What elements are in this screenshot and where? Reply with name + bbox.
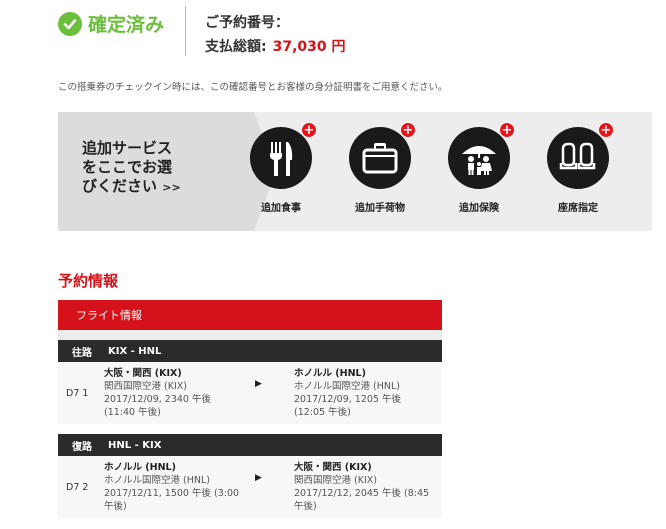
route-kind: 往路 [72,347,92,359]
plus-badge-icon: + [400,122,416,138]
arrival-airport: ホノルル国際空港 (HNL) [294,381,400,392]
checkin-notice: この搭乗券のチェックイン時には、この確認番号とお客様の身分証明書をご用意ください… [58,82,448,93]
arrival-info: ホノルル (HNL) ホノルル国際空港 (HNL) 2017/12/09, 12… [294,367,434,419]
outbound-route-bar: 往路 KIX - HNL [58,340,442,362]
confirmation-status: 確定済み [58,10,164,37]
total-amount: 37,030 円 [272,39,346,55]
departure-info: ホノルル (HNL) ホノルル国際空港 (HNL) 2017/12/11, 15… [104,461,244,513]
add-insurance-button[interactable]: + 追加保険 [439,122,519,214]
reservation-title: 予約情報 [58,272,119,290]
departure-time: 2017/12/09, 2340 午後 (11:40 午後) [104,394,211,418]
arrival-time: 2017/12/12, 2045 午後 (8:45 午後) [294,488,430,512]
header-divider [185,6,186,56]
banner-title-line: 追加サービス [82,139,173,157]
spacer-band [58,330,442,340]
add-baggage-button[interactable]: + 追加手荷物 [340,122,420,214]
flight-info-header: フライト情報 [58,300,442,330]
spacer-band [58,424,442,434]
departure-city: ホノルル (HNL) [104,462,176,473]
arrival-time: 2017/12/09, 1205 午後 (12:05 午後) [294,394,401,418]
booking-summary: ご予約番号： 支払総額: 37,030 円 [205,10,346,58]
insurance-umbrella-icon [462,146,496,175]
plus-badge-icon: + [598,122,614,138]
service-label: 座席指定 [558,203,598,214]
add-services-banner: 追加サービス をここでお選 びください >> + 追加食事 + 追加手荷物 + … [58,112,652,231]
select-seat-button[interactable]: + 座席指定 [538,122,618,214]
service-label: 追加手荷物 [355,203,405,214]
route-code: HNL - KIX [108,439,162,451]
booking-number-label: ご予約番号： [205,15,289,31]
seat-icon [559,142,596,170]
arrow-right-icon: ▶ [255,379,262,389]
flight-number: D7 2 [66,482,89,493]
service-label: 追加食事 [261,203,301,214]
departure-info: 大阪・関西 (KIX) 関西国際空港 (KIX) 2017/12/09, 234… [104,367,244,419]
route-kind: 復路 [72,441,92,453]
plus-badge-icon: + [301,122,317,138]
departure-city: 大阪・関西 (KIX) [104,368,182,379]
arrival-city: 大阪・関西 (KIX) [294,462,372,473]
service-label: 追加保険 [459,203,499,214]
arrival-airport: 関西国際空港 (KIX) [294,475,377,486]
status-label: 確定済み [88,14,165,36]
add-services-link[interactable]: 追加サービス をここでお選 びください >> [82,139,212,197]
luggage-icon [362,143,398,174]
fork-knife-icon [270,142,293,176]
arrival-city: ホノルル (HNL) [294,368,366,379]
flight-number: D7 1 [66,388,89,399]
departure-airport: 関西国際空港 (KIX) [104,381,187,392]
double-chevron-icon: >> [162,181,181,194]
flight-info-panel: フライト情報 往路 KIX - HNL D7 1 大阪・関西 (KIX) 関西国… [58,300,442,529]
arrow-right-icon: ▶ [255,473,262,483]
banner-title-line: びください [82,177,158,195]
return-route-bar: 復路 HNL - KIX [58,434,442,456]
total-label: 支払総額: [205,39,267,55]
arrival-info: 大阪・関西 (KIX) 関西国際空港 (KIX) 2017/12/12, 204… [294,461,434,513]
plus-badge-icon: + [499,122,515,138]
departure-airport: ホノルル国際空港 (HNL) [104,475,210,486]
departure-time: 2017/12/11, 1500 午後 (3:00 午後) [104,488,240,512]
add-meal-button[interactable]: + 追加食事 [241,122,321,214]
outbound-leg: D7 1 大阪・関西 (KIX) 関西国際空港 (KIX) 2017/12/09… [58,362,442,424]
banner-title-line: をここでお選 [82,158,173,176]
return-leg: D7 2 ホノルル (HNL) ホノルル国際空港 (HNL) 2017/12/1… [58,456,442,518]
check-icon [58,11,82,36]
route-code: KIX - HNL [108,345,162,357]
